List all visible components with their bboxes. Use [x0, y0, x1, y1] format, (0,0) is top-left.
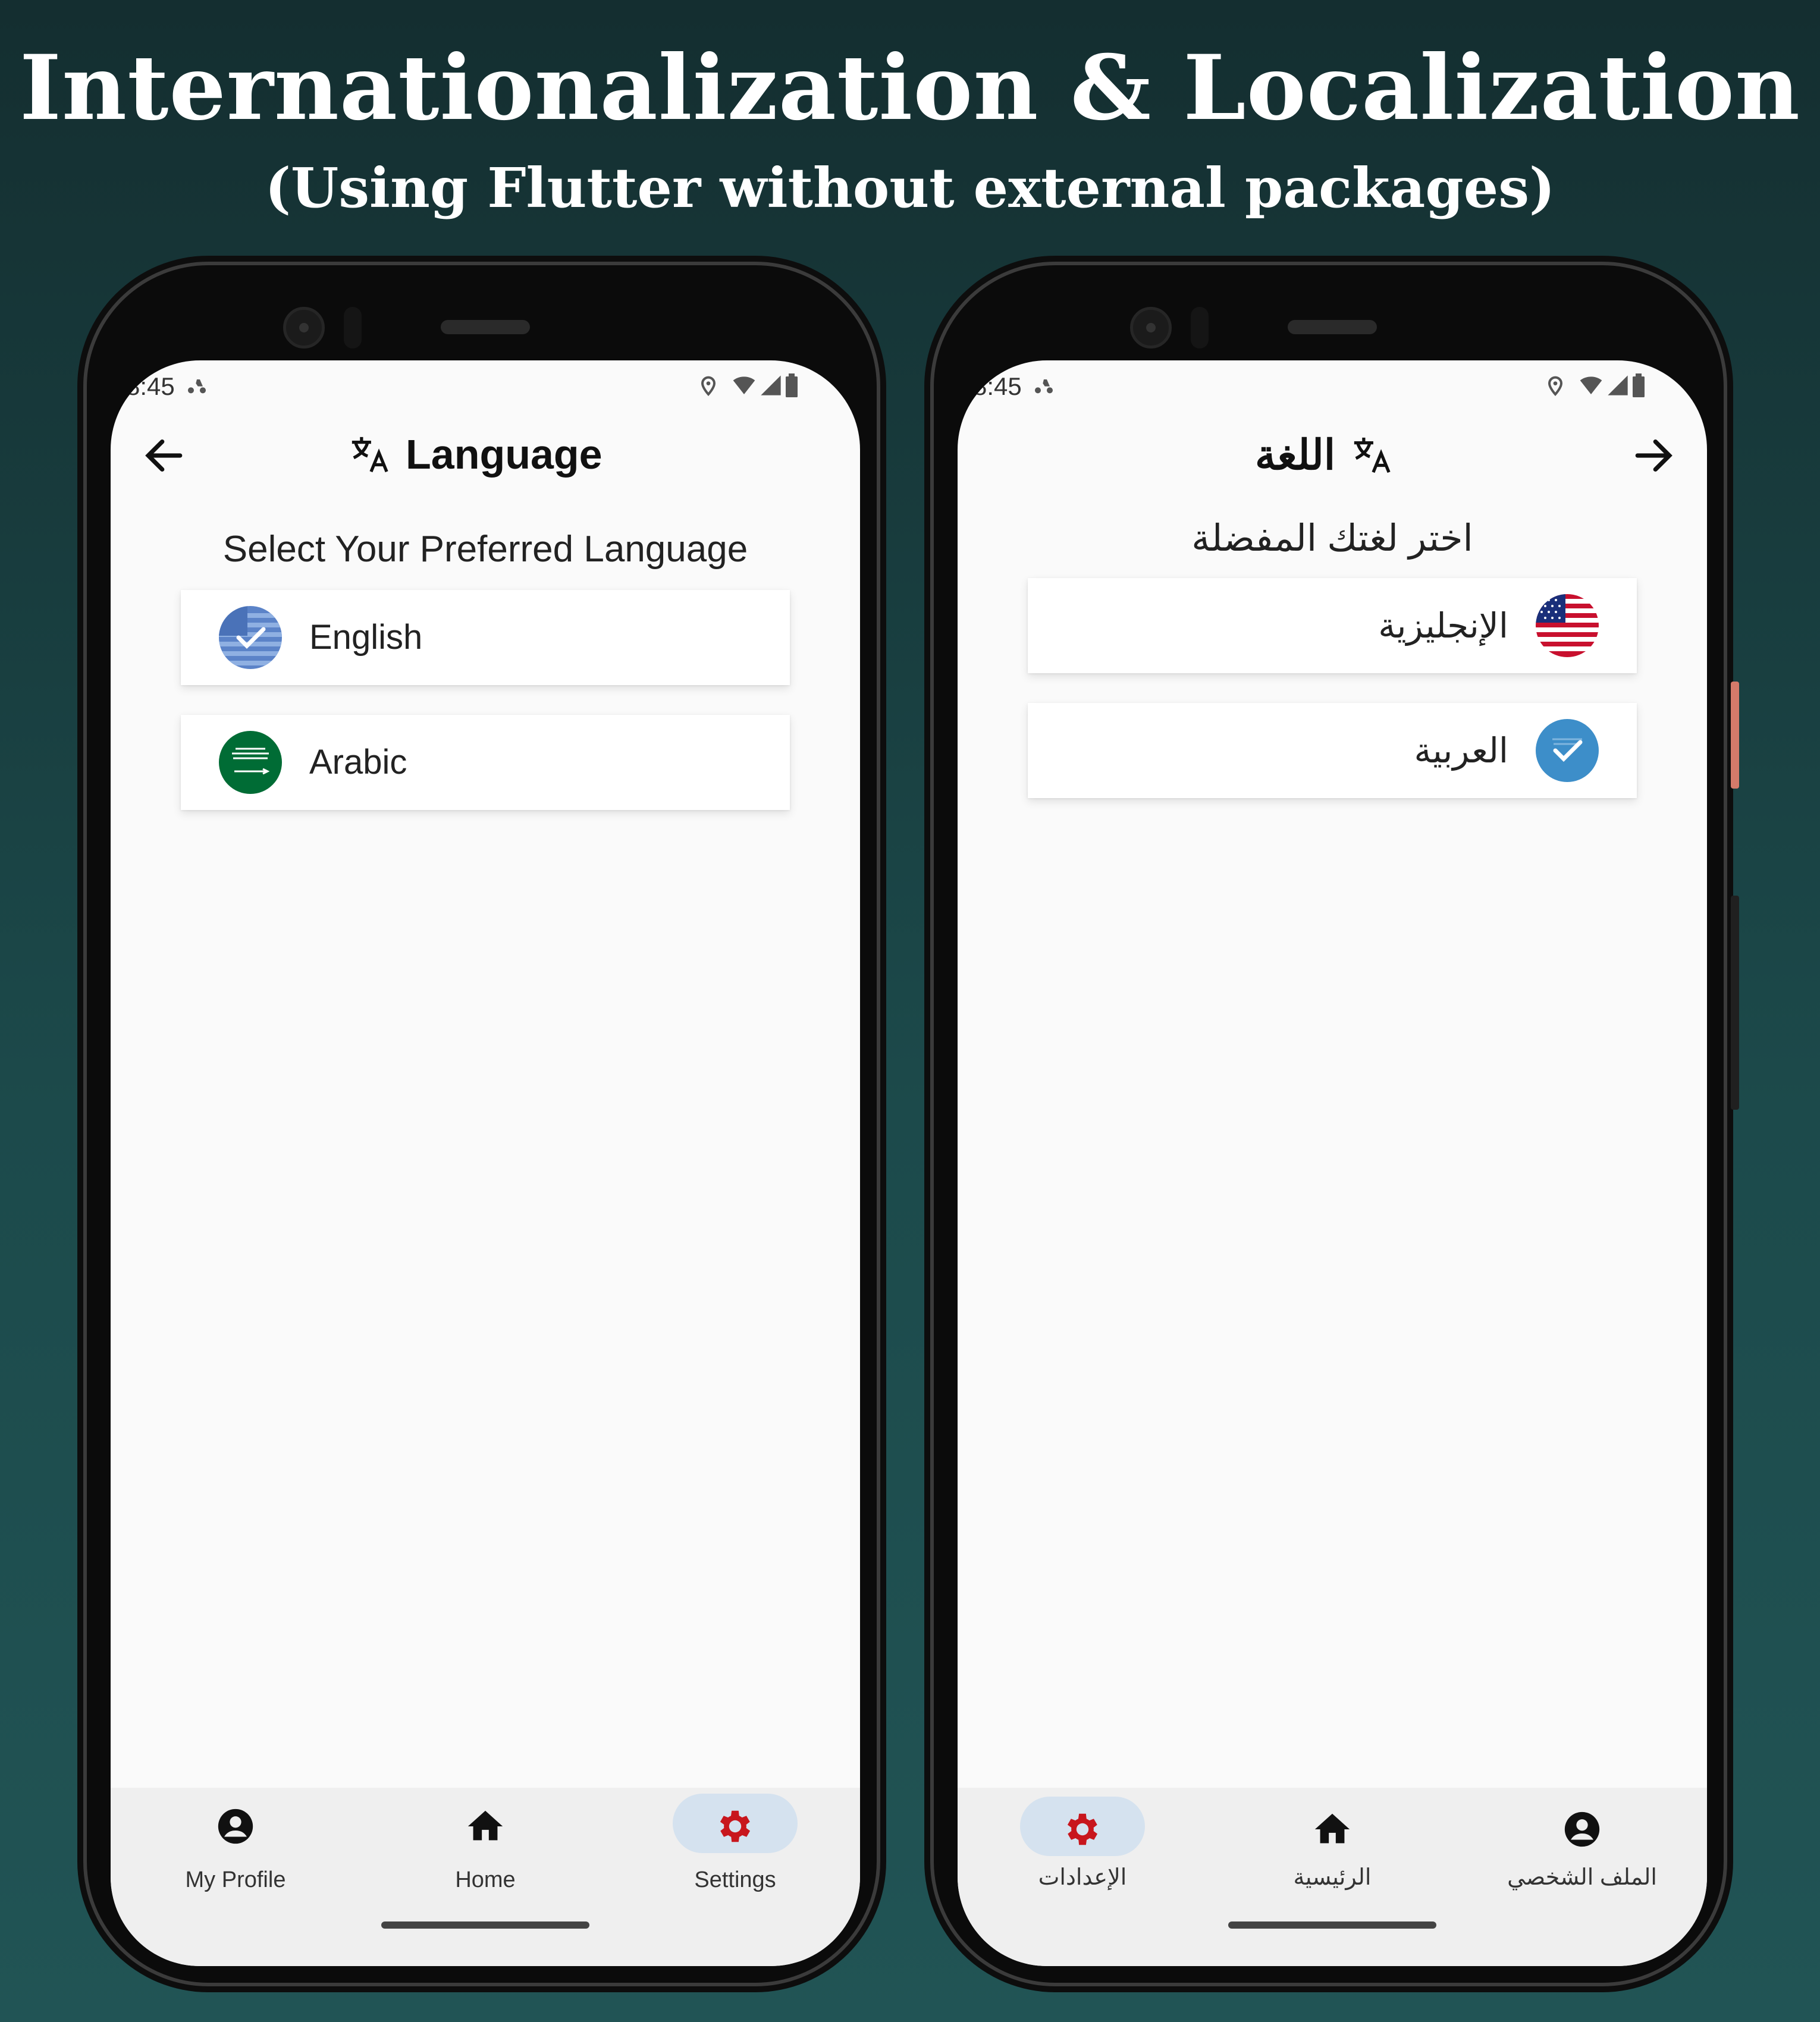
- nav-label: My Profile: [185, 1867, 286, 1892]
- banner-title: Internationalization & Localization: [19, 36, 1801, 140]
- home-indicator[interactable]: [1228, 1921, 1436, 1929]
- front-camera: [283, 307, 325, 348]
- bottom-nav: الإعدادات الرئيسية الملف الشخصي: [958, 1788, 1707, 1966]
- language-label: العربية: [1414, 731, 1508, 770]
- battery-icon: [1633, 373, 1645, 397]
- account-icon: [218, 1809, 253, 1844]
- nav-label: Home: [455, 1867, 516, 1892]
- nav-item-home[interactable]: الرئيسية: [1207, 1794, 1457, 1913]
- signal-icon: [761, 375, 781, 395]
- proximity-sensor: [344, 307, 362, 348]
- status-bar: 8:45: [111, 360, 860, 408]
- earpiece: [441, 320, 530, 334]
- banner-subtitle: (Using Flutter without external packages…: [265, 156, 1555, 220]
- language-option-english[interactable]: الإنجليزية: [1028, 578, 1637, 673]
- language-prompt: اختر لغتك المفضلة: [1191, 518, 1473, 559]
- gear-icon: [720, 1810, 751, 1842]
- nav-item-home[interactable]: Home: [360, 1794, 610, 1913]
- phone-right: 8:45 اللغة اختر لغتك المفضلة الإنجليزية …: [930, 262, 1739, 1986]
- language-prompt: Select Your Preferred Language: [222, 529, 748, 570]
- saudi-flag-icon: [219, 731, 282, 794]
- earpiece: [1288, 320, 1377, 334]
- language-option-english[interactable]: English: [181, 590, 790, 685]
- nav-label: الرئيسية: [1293, 1865, 1372, 1890]
- language-label: Arabic: [309, 743, 407, 781]
- arrow-right-icon[interactable]: [1630, 432, 1677, 479]
- nav-label: الإعدادات: [1038, 1865, 1127, 1890]
- app-title-group: اللغة: [1255, 431, 1392, 479]
- scooter-icon: [188, 379, 206, 394]
- front-camera: [1130, 307, 1172, 348]
- home-icon: [1314, 1813, 1350, 1844]
- app-bar: اللغة: [958, 408, 1707, 503]
- status-time: 8:45: [973, 372, 1022, 400]
- gear-icon: [1067, 1813, 1098, 1845]
- nav-item-profile[interactable]: My Profile: [111, 1794, 360, 1913]
- location-icon: [701, 376, 716, 396]
- app-title-group: Language: [349, 431, 603, 478]
- status-time: 8:45: [126, 372, 175, 400]
- battery-icon: [786, 373, 798, 397]
- nav-label: الملف الشخصي: [1507, 1865, 1657, 1890]
- language-option-arabic[interactable]: العربية: [1028, 703, 1637, 798]
- language-label: الإنجليزية: [1378, 607, 1508, 645]
- screen-arabic: 8:45 اللغة اختر لغتك المفضلة الإنجليزية …: [958, 360, 1707, 1966]
- bottom-nav: My Profile Home Settings: [111, 1788, 860, 1966]
- nav-item-settings[interactable]: الإعدادات: [958, 1794, 1207, 1913]
- volume-button: [1731, 896, 1739, 1110]
- page-title: Language: [406, 431, 603, 478]
- location-icon: [1548, 376, 1563, 396]
- home-indicator[interactable]: [381, 1921, 589, 1929]
- phone-left: 8:45 Language Select Your Preferred Lang…: [83, 262, 880, 1986]
- proximity-sensor: [1191, 307, 1209, 348]
- status-bar: 8:45: [958, 360, 1707, 408]
- nav-label: Settings: [694, 1867, 776, 1892]
- us-flag-icon: [1536, 594, 1599, 657]
- power-button: [1731, 682, 1739, 789]
- saudi-flag-icon: [1536, 719, 1599, 782]
- scooter-icon: [1035, 379, 1053, 394]
- signal-icon: [1608, 375, 1628, 395]
- language-option-arabic[interactable]: Arabic: [181, 715, 790, 810]
- language-label: English: [309, 618, 423, 657]
- account-icon: [1564, 1811, 1600, 1847]
- wifi-icon: [733, 376, 755, 394]
- nav-item-profile[interactable]: الملف الشخصي: [1457, 1794, 1707, 1913]
- app-bar: Language: [111, 408, 860, 503]
- translate-icon: [1354, 437, 1391, 473]
- us-flag-icon: [219, 606, 282, 669]
- screen-english: 8:45 Language Select Your Preferred Lang…: [111, 360, 860, 1966]
- page-title: اللغة: [1255, 432, 1336, 478]
- wifi-icon: [1580, 376, 1602, 394]
- arrow-left-icon[interactable]: [140, 432, 188, 479]
- home-icon: [467, 1810, 503, 1841]
- nav-item-settings[interactable]: Settings: [610, 1794, 860, 1913]
- translate-icon: [352, 437, 388, 473]
